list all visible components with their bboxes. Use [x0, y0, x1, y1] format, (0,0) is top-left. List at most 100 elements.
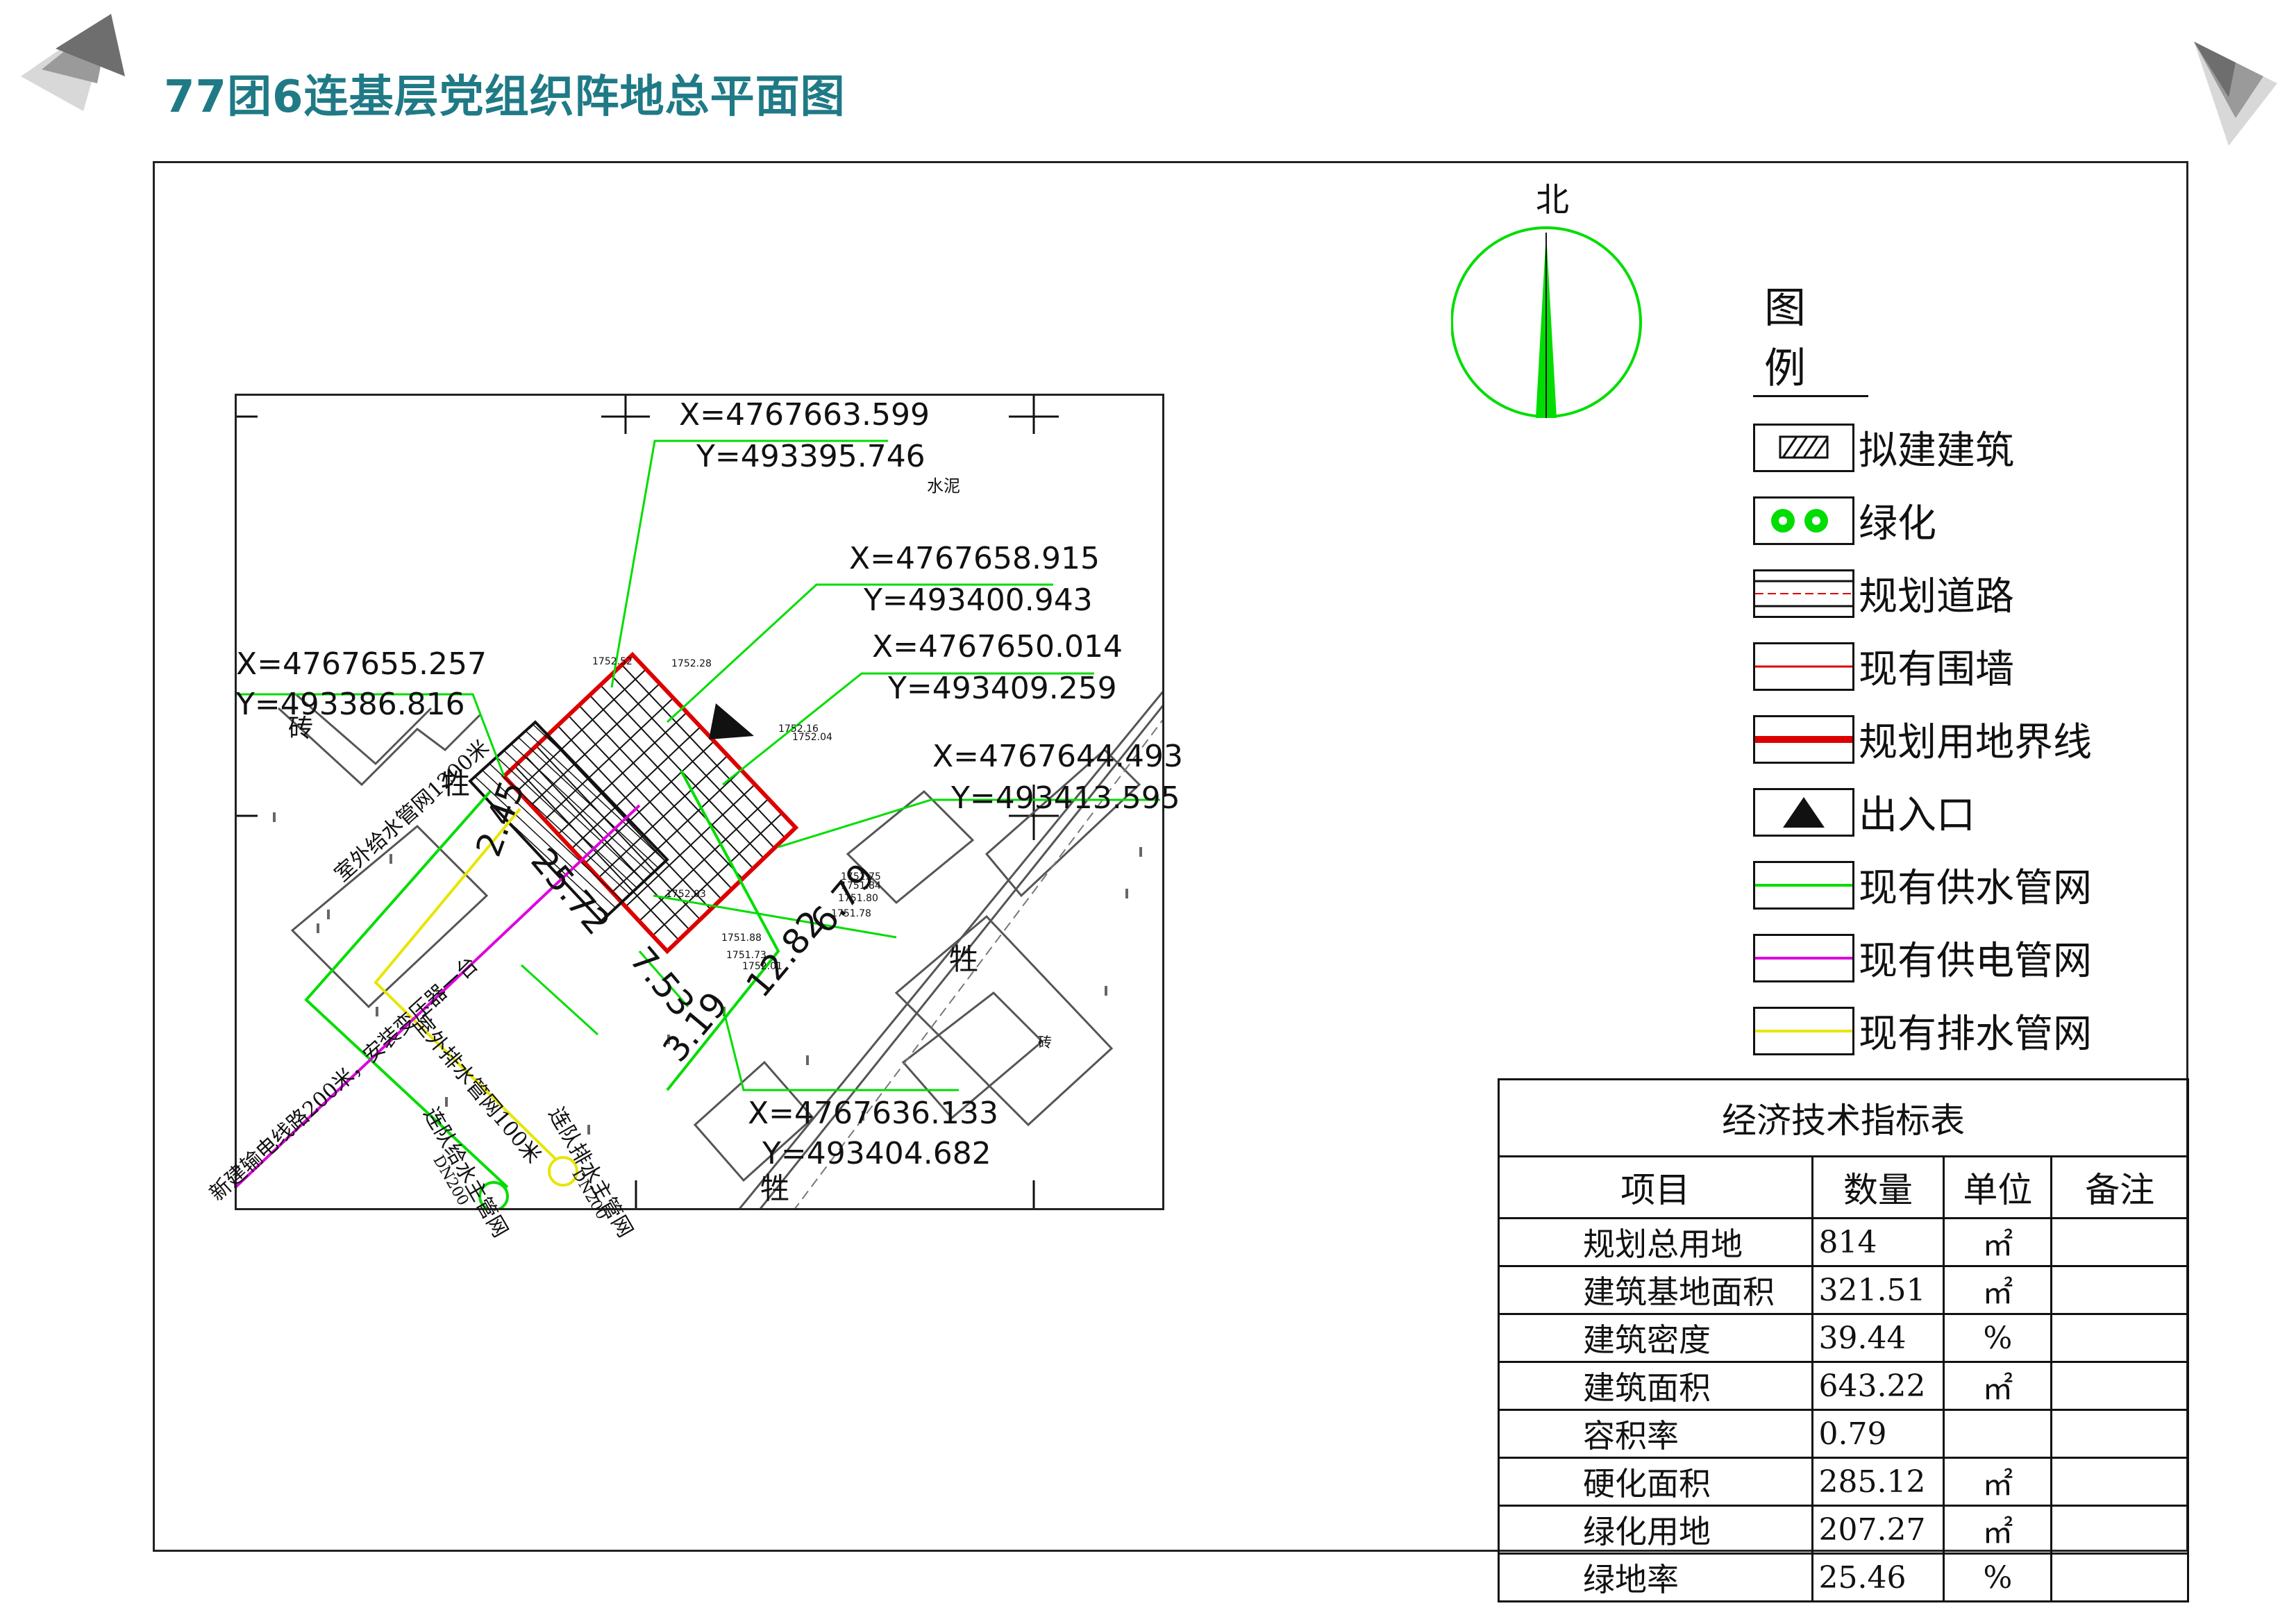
table-cell: % [1943, 1313, 2053, 1363]
table-cell: 25.46 [1811, 1552, 1945, 1602]
legend-label: 规划道路 [1859, 574, 2014, 619]
coord-5-y: Y=493413.595 [951, 780, 1180, 816]
magenta-line-icon [1753, 933, 1854, 982]
coord-2-y: Y=493400.943 [864, 583, 1093, 618]
legend-label: 现有排水管网 [1859, 1012, 2092, 1057]
legend-item: 拟建建筑 [1753, 411, 2142, 484]
eco-header: 单位 [1943, 1155, 2053, 1219]
table-cell: 321.51 [1811, 1265, 1945, 1315]
coord-5-x: X=4767644.493 [932, 739, 1183, 774]
legend-item: 出入口 [1753, 776, 2142, 848]
coord-4-y: Y=493409.259 [888, 671, 1117, 706]
legend-item: 绿化 [1753, 484, 2142, 557]
eco-header: 数量 [1811, 1155, 1945, 1219]
table-cell: 容积率 [1498, 1409, 1813, 1459]
eco-table-caption: 经济技术指标表 [1498, 1078, 2189, 1157]
table-cell: 建筑密度 [1498, 1313, 1813, 1363]
coord-3-x: X=4767655.257 [236, 646, 487, 682]
legend-label: 出入口 [1859, 793, 1975, 838]
table-cell: 207.27 [1811, 1505, 1945, 1555]
table-cell: 绿地率 [1498, 1552, 1813, 1602]
elevation-label: 1751.88 [721, 932, 762, 944]
table-cell: 814 [1811, 1217, 1945, 1267]
road-lines-icon [1753, 569, 1854, 618]
corner-decoration-left [21, 14, 125, 111]
black-triangle-icon [1753, 787, 1854, 837]
elevation-label: 1752.04 [792, 732, 832, 743]
legend-label: 现有供水管网 [1859, 866, 2092, 911]
legend-label: 现有供电管网 [1859, 939, 2092, 984]
legend-item: 现有供水管网 [1753, 848, 2142, 921]
red-thin-line-icon [1753, 642, 1854, 691]
page-title: 77团6连基层党组织阵地总平面图 [164, 72, 846, 123]
corner-decoration-right [2194, 42, 2277, 146]
table-cell [2050, 1265, 2189, 1315]
legend-title: 图 例 [1753, 274, 1868, 397]
table-cell: % [1943, 1552, 2053, 1602]
livestock-label: 牲 [949, 942, 979, 976]
eco-header: 项目 [1498, 1155, 1813, 1219]
legend-item: 规划道路 [1753, 557, 2142, 630]
elevation-label: 1752.52 [592, 656, 632, 667]
table-cell: 硬化面积 [1498, 1457, 1813, 1507]
coord-2-x: X=4767658.915 [849, 541, 1100, 576]
table-cell [2050, 1217, 2189, 1267]
table-cell: ㎡ [1943, 1457, 2053, 1507]
yellow-line-icon [1753, 1006, 1854, 1055]
elevation-label: 1752.03 [666, 889, 706, 900]
elevation-label: 1752.28 [671, 658, 712, 669]
table-cell [1943, 1409, 2053, 1459]
table-cell [2050, 1457, 2189, 1507]
green-line-icon [1753, 860, 1854, 910]
legend-item: 现有围墙 [1753, 630, 2142, 703]
red-thick-line-icon [1753, 714, 1854, 764]
table-row: 建筑基地面积 321.51 ㎡ [1498, 1265, 2189, 1315]
hatched-building-icon [1753, 423, 1854, 472]
legend-label: 绿化 [1859, 501, 1936, 546]
legend-label: 现有围墙 [1859, 647, 2014, 692]
livestock-label: 牲 [760, 1171, 790, 1205]
coord-6-x: X=4767636.133 [748, 1096, 998, 1131]
coord-4-x: X=4767650.014 [872, 629, 1123, 664]
legend-item: 规划用地界线 [1753, 703, 2142, 776]
table-row: 容积率 0.79 [1498, 1409, 2189, 1459]
table-cell: 643.22 [1811, 1361, 1945, 1411]
eco-table: 经济技术指标表 项目 数量 单位 备注 规划总用地 814 ㎡建筑基地面积 321.5… [1498, 1078, 2189, 1602]
table-cell: 规划总用地 [1498, 1217, 1813, 1267]
legend: 图 例 拟建建筑绿化规划道路现有围墙规划用地界线 出入口现有供水管网 现有供电管网现… [1753, 274, 2142, 1067]
coord-1-x: X=4767663.599 [679, 397, 930, 433]
coord-6-y: Y=493404.682 [762, 1136, 991, 1171]
table-cell [2050, 1409, 2189, 1459]
table-row: 规划总用地 814 ㎡ [1498, 1217, 2189, 1267]
north-label: 北 [1536, 181, 1570, 219]
table-cell: 39.44 [1811, 1313, 1945, 1363]
table-cell: 绿化用地 [1498, 1505, 1813, 1555]
table-cell: 建筑基地面积 [1498, 1265, 1813, 1315]
eco-header: 备注 [2050, 1155, 2189, 1219]
legend-item: 现有排水管网 [1753, 994, 2142, 1067]
brick-label: 砖 [1038, 1034, 1052, 1050]
coord-3-y: Y=493386.816 [236, 687, 465, 722]
cement-label: 水泥 [927, 476, 960, 496]
table-cell: 0.79 [1811, 1409, 1945, 1459]
legend-item: 现有供电管网 [1753, 921, 2142, 994]
brick-label: 砖 [288, 714, 314, 743]
table-cell: ㎡ [1943, 1505, 2053, 1555]
table-row: 硬化面积 285.12 ㎡ [1498, 1457, 2189, 1507]
table-cell: ㎡ [1943, 1361, 2053, 1411]
table-cell [2050, 1552, 2189, 1602]
table-cell: 建筑面积 [1498, 1361, 1813, 1411]
table-cell: ㎡ [1943, 1265, 2053, 1315]
coord-1-y: Y=493395.746 [696, 439, 925, 474]
table-cell [2050, 1361, 2189, 1411]
table-cell: 285.12 [1811, 1457, 1945, 1507]
table-cell [2050, 1313, 2189, 1363]
table-row: 建筑面积 643.22 ㎡ [1498, 1361, 2189, 1411]
table-row: 绿地率 25.46% [1498, 1552, 2189, 1602]
table-row: 绿化用地 207.27 ㎡ [1498, 1505, 2189, 1555]
table-cell: ㎡ [1943, 1217, 2053, 1267]
table-row: 建筑密度 39.44% [1498, 1313, 2189, 1363]
table-cell [2050, 1505, 2189, 1555]
greenery-circles-icon [1753, 496, 1854, 545]
legend-label: 规划用地界线 [1859, 720, 2092, 765]
